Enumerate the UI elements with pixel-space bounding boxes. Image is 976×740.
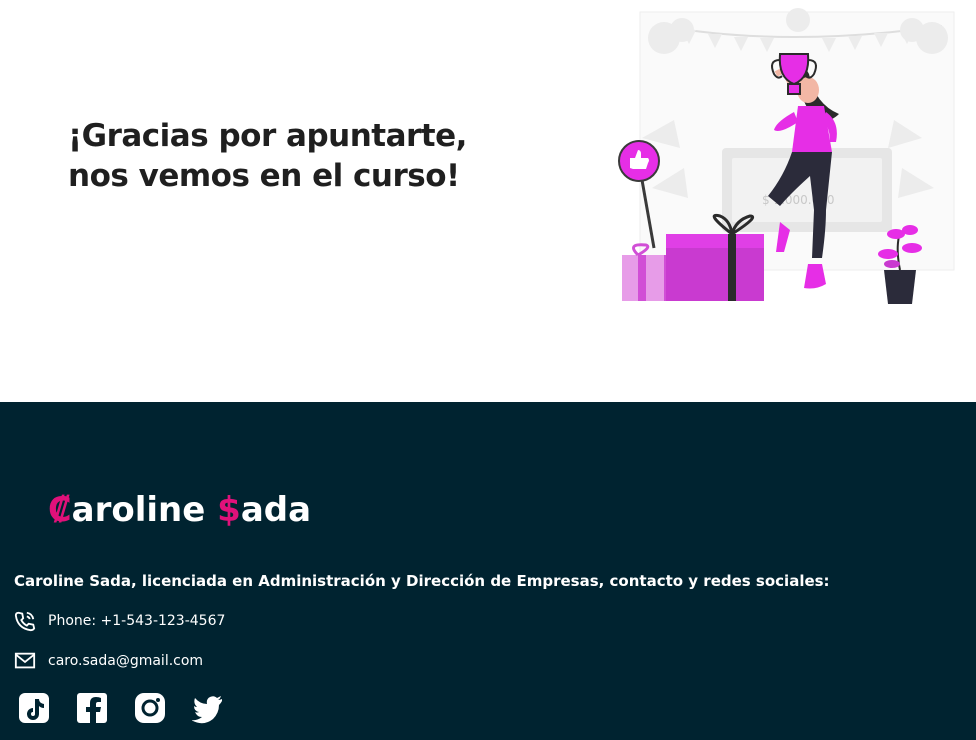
email-text: caro.sada@gmail.com [48,653,204,669]
brand-last-rest: ada [240,490,312,530]
site-footer: ₡aroline $ada Caroline Sada, licenciada … [0,402,976,740]
page-title: ¡Gracias por apuntarte, nos vemos en el … [68,116,467,196]
tiktok-icon[interactable] [18,692,50,724]
brand-first-initial: ₡ [48,490,72,530]
brand-first-rest: aroline [71,490,218,530]
headline-line-2: nos vemos en el curso! [68,158,460,194]
brand-last-initial: $ [217,490,241,530]
celebration-illustration: $ 1.000.000 [618,8,955,304]
mail-icon [14,652,36,669]
instagram-icon[interactable] [134,692,166,724]
social-links [18,692,224,724]
brand-logo[interactable]: ₡aroline $ada [48,490,311,530]
footer-bio: Caroline Sada, licenciada en Administrac… [14,572,830,590]
contact-email[interactable]: caro.sada@gmail.com [14,650,203,672]
contact-phone[interactable]: Phone: +1-543-123-4567 [14,610,225,632]
hero-section: ¡Gracias por apuntarte, nos vemos en el … [0,0,976,402]
facebook-icon[interactable] [76,692,108,724]
headline-line-1: ¡Gracias por apuntarte, [68,118,467,154]
phone-text: Phone: +1-543-123-4567 [48,613,226,629]
twitter-icon[interactable] [192,692,224,724]
phone-icon [14,611,36,632]
